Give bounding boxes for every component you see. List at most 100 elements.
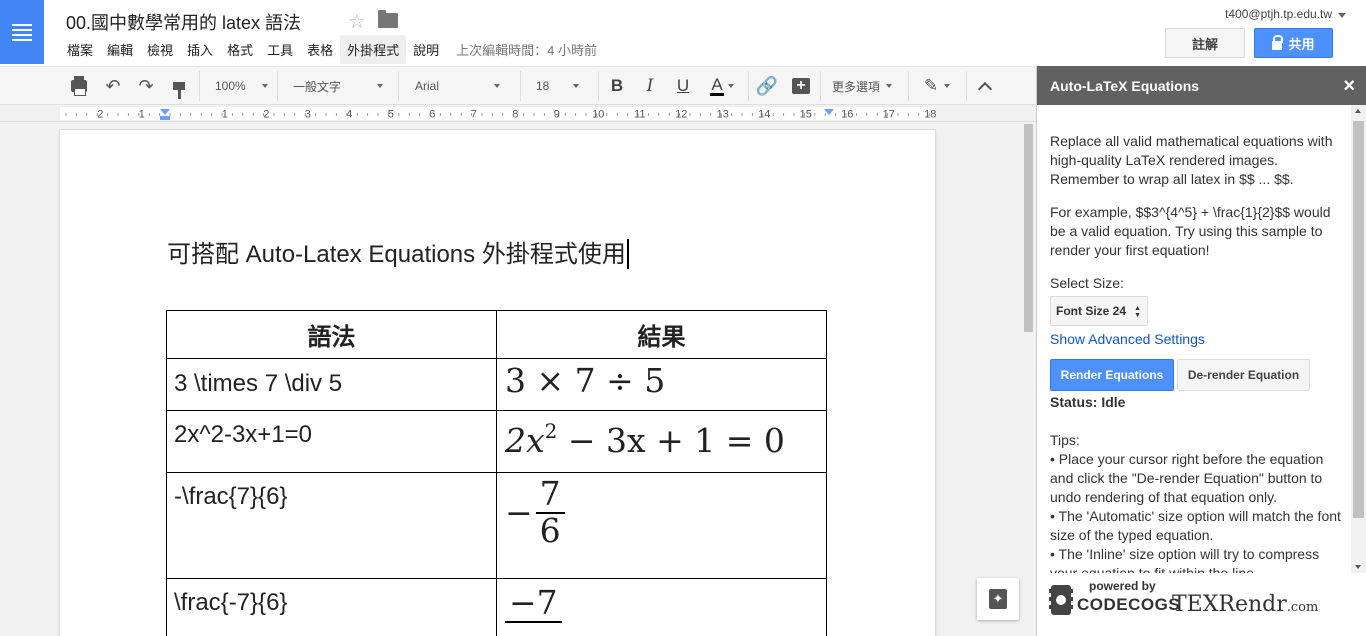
style-select[interactable]: 一般文字 xyxy=(282,67,390,105)
syntax-cell[interactable]: 2x^2-3x+1=0 xyxy=(166,410,497,473)
ruler-label: 16 xyxy=(841,109,853,121)
scrollbar-thumb[interactable] xyxy=(1024,124,1033,332)
underline-button[interactable]: U xyxy=(671,67,695,105)
header: 00.國中數學常用的 latex 語法 ☆ 檔案 編輯 檢視 插入 格式 工具 … xyxy=(0,0,1366,66)
print-button[interactable] xyxy=(66,67,92,105)
style-value: 一般文字 xyxy=(293,79,342,94)
ruler-label: 1 xyxy=(222,109,228,121)
derender-equation-button[interactable]: De-render Equation xyxy=(1177,359,1310,391)
explore-icon: ✦ xyxy=(989,589,1007,609)
insert-link-button[interactable]: 🔗 xyxy=(754,67,780,105)
header-result[interactable]: 結果 xyxy=(496,310,827,359)
scrollbar-thumb[interactable] xyxy=(1353,121,1364,518)
syntax-cell[interactable]: 3 \times 7 \div 5 xyxy=(166,358,497,411)
menu-format[interactable]: 格式 xyxy=(220,35,260,64)
zoom-value: 100% xyxy=(215,79,246,93)
tips-heading: Tips: xyxy=(1050,432,1080,448)
menu-help[interactable]: 說明 xyxy=(406,35,446,64)
chevron-down-icon xyxy=(494,84,501,88)
table-row: 3 \times 7 \div 5 3 × 7 ÷ 5 xyxy=(166,358,827,411)
font-size-select[interactable]: 18 xyxy=(525,67,593,105)
syntax-cell[interactable]: -\frac{7}{6} xyxy=(166,472,497,579)
table-row: \frac{-7}{6} −7 xyxy=(166,578,827,636)
comments-button[interactable]: 註解 xyxy=(1165,28,1245,58)
ruler-label: 14 xyxy=(758,109,770,121)
menu-tools[interactable]: 工具 xyxy=(260,35,300,64)
document-title[interactable]: 00.國中數學常用的 latex 語法 xyxy=(66,9,301,35)
toolbar-divider xyxy=(908,71,909,101)
result-cell[interactable]: −7 xyxy=(496,578,827,636)
menu-insert[interactable]: 插入 xyxy=(180,35,220,64)
close-icon[interactable]: × xyxy=(1343,75,1355,98)
ruler: 2 1 1 2 3 4 5 6 7 8 9 10 11 12 13 14 15 16 17 18 xyxy=(0,105,1036,122)
more-options-label: 更多選項 xyxy=(832,79,881,94)
document-page[interactable]: 可搭配 Auto-Latex Equations 外掛程式使用 語法 結果 3 … xyxy=(60,130,935,636)
menu-view[interactable]: 檢視 xyxy=(140,35,180,64)
intro-text: 可搭配 Auto-Latex Equations 外掛程式使用 xyxy=(167,241,626,268)
redo-button[interactable]: ↷ xyxy=(133,67,159,105)
texrendr-logo: TEXRendr.com xyxy=(1172,592,1318,617)
italic-button[interactable]: I xyxy=(638,67,662,105)
intro-paragraph[interactable]: 可搭配 Auto-Latex Equations 外掛程式使用 xyxy=(167,234,629,269)
table-header-row: 語法 結果 xyxy=(166,310,827,359)
undo-button[interactable]: ↶ xyxy=(100,67,126,105)
chevron-down-icon xyxy=(377,84,384,88)
show-advanced-settings-link[interactable]: Show Advanced Settings xyxy=(1050,330,1345,349)
toolbar-divider xyxy=(966,71,967,101)
hide-menus-button[interactable] xyxy=(972,67,998,105)
account-caret-icon[interactable] xyxy=(1338,13,1346,18)
status-text: Status: Idle xyxy=(1050,394,1126,410)
insert-comment-button[interactable]: + xyxy=(788,67,814,105)
more-options-button[interactable]: 更多選項 xyxy=(826,67,902,105)
chevron-down-icon xyxy=(261,84,268,88)
font-size-value: 18 xyxy=(536,79,550,93)
document-canvas[interactable]: 可搭配 Auto-Latex Equations 外掛程式使用 語法 結果 3 … xyxy=(0,122,1036,636)
scroll-up-icon[interactable] xyxy=(1355,109,1361,113)
font-select[interactable]: Arial xyxy=(403,67,513,105)
menu-bar: 檔案 編輯 檢視 插入 格式 工具 表格 外掛程式 說明 上次編輯時間：4 小時… xyxy=(60,34,597,64)
explore-button[interactable]: ✦ xyxy=(977,578,1019,620)
chevron-up-icon xyxy=(977,81,993,96)
account-email[interactable]: t400@ptjh.tp.edu.tw xyxy=(1225,7,1332,21)
zoom-select[interactable]: 100% xyxy=(204,67,272,105)
bold-button[interactable]: B xyxy=(605,67,629,105)
size-select[interactable]: Font Size 24 ▲ ▼ xyxy=(1050,296,1148,326)
first-line-indent-marker[interactable] xyxy=(160,116,170,120)
result-cell[interactable]: − 7 6 xyxy=(496,472,827,579)
left-indent-marker[interactable] xyxy=(160,109,170,115)
render-equations-button[interactable]: Render Equations xyxy=(1050,359,1174,391)
result-cell[interactable]: 2x2 − 3x + 1 = 0 xyxy=(496,410,827,473)
latex-syntax-table[interactable]: 語法 結果 3 \times 7 \div 5 3 × 7 ÷ 5 2x^2-3… xyxy=(166,310,827,636)
print-icon xyxy=(71,76,87,96)
share-button[interactable]: 共用 xyxy=(1254,28,1333,58)
menu-edit[interactable]: 編輯 xyxy=(100,35,140,64)
equation-part: 2x xyxy=(505,421,545,460)
tip-item: • The 'Automatic' size option will match… xyxy=(1050,508,1341,543)
toolbar-divider xyxy=(277,71,278,101)
last-edit-status[interactable]: 上次編輯時間：4 小時前 xyxy=(456,40,597,59)
select-size-label: Select Size: xyxy=(1050,275,1124,291)
fraction-body: 7 6 xyxy=(535,476,565,550)
ruler-label: 1 xyxy=(139,109,145,121)
menu-file[interactable]: 檔案 xyxy=(60,35,100,64)
menu-table[interactable]: 表格 xyxy=(300,35,340,64)
docs-home-icon[interactable] xyxy=(0,0,44,64)
sidebar-content: Replace all valid mathematical equations… xyxy=(1050,132,1345,583)
syntax-cell[interactable]: \frac{-7}{6} xyxy=(166,578,497,636)
text-color-button[interactable]: A xyxy=(702,67,742,105)
scroll-down-icon[interactable] xyxy=(1355,565,1361,569)
codecogs-logo: CODECOGS xyxy=(1077,595,1181,614)
fraction-body: −7 xyxy=(505,585,562,623)
chevron-down-icon xyxy=(886,84,893,88)
paint-format-button[interactable] xyxy=(166,67,192,105)
header-syntax[interactable]: 語法 xyxy=(166,310,497,359)
menu-add-ons[interactable]: 外掛程式 xyxy=(340,34,407,64)
document-scrollbar[interactable] xyxy=(1021,122,1036,636)
star-icon[interactable]: ☆ xyxy=(348,9,366,34)
folder-icon[interactable] xyxy=(378,10,398,28)
editing-mode-button[interactable]: ✎ xyxy=(914,67,960,105)
sidebar-scrollbar[interactable] xyxy=(1351,105,1366,573)
denominator: 6 xyxy=(539,510,561,550)
text-cursor xyxy=(626,239,629,269)
result-cell[interactable]: 3 × 7 ÷ 5 xyxy=(496,358,827,411)
